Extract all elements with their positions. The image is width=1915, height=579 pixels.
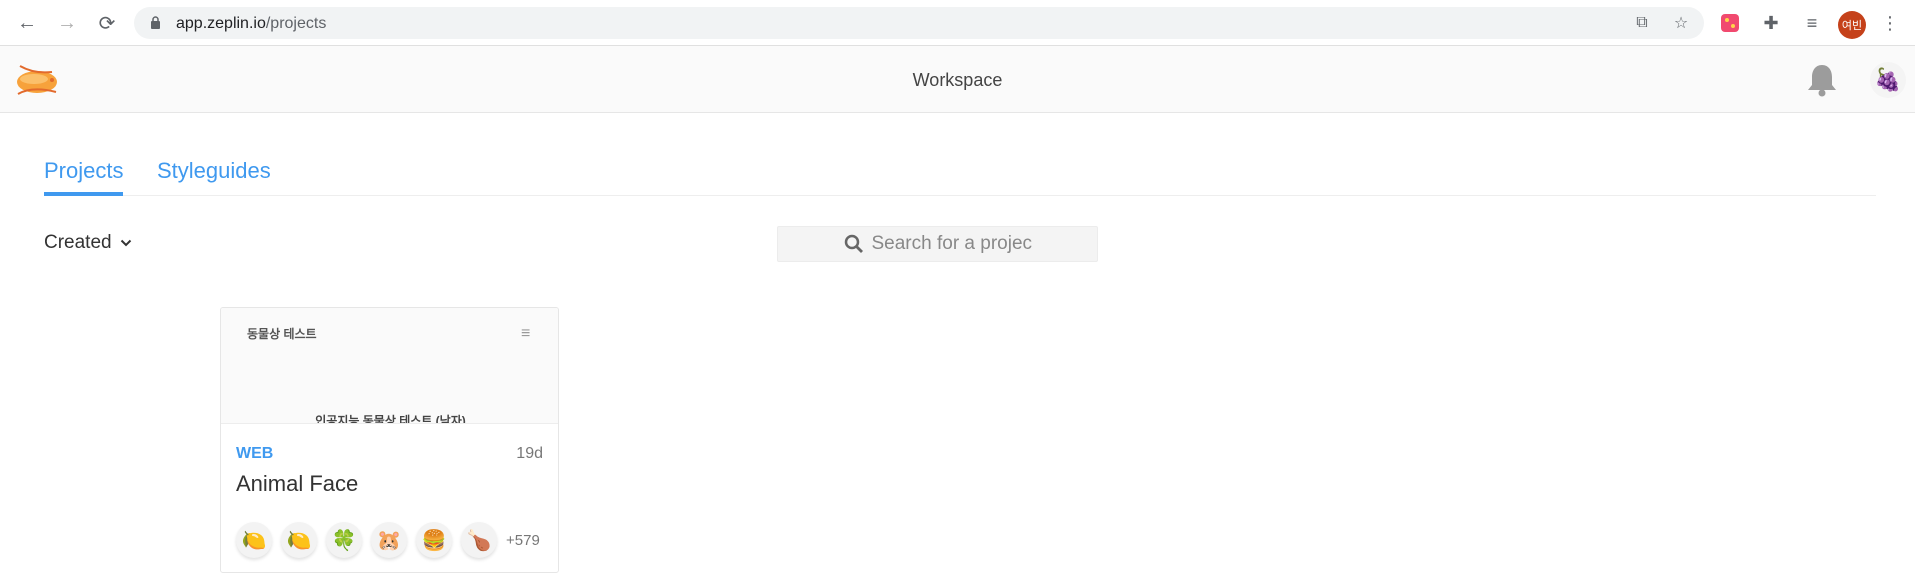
workspace-tabs: Projects Styleguides	[44, 150, 1876, 196]
tab-styleguides[interactable]: Styleguides	[157, 158, 271, 192]
thumbnail-subtitle: 인공지능 동물상 테스트 (남자)	[315, 414, 466, 424]
project-thumbnail[interactable]: 동물상 테스트 ≡ 인공지능 동물상 테스트 (남자)	[221, 308, 558, 424]
project-name: Animal Face	[236, 471, 359, 496]
media-icon[interactable]: ≡	[1800, 11, 1824, 35]
user-avatar[interactable]: 🍇	[1870, 62, 1906, 98]
thumbnail-title: 동물상 테스트	[247, 327, 317, 341]
extension-icon[interactable]	[1718, 11, 1742, 35]
reload-icon[interactable]: ⟳	[94, 10, 120, 36]
puzzle-icon[interactable]: ✚	[1759, 11, 1783, 35]
more-members-count: +579	[506, 531, 540, 549]
address-bar[interactable]: app.zeplin.io/projects ⧉ ☆	[134, 7, 1704, 39]
translate-icon[interactable]: ⧉	[1632, 13, 1652, 33]
project-age: 19d	[516, 445, 543, 462]
lock-icon	[151, 16, 160, 29]
url-text: app.zeplin.io/projects	[176, 15, 327, 32]
sort-dropdown[interactable]: Created	[44, 232, 132, 254]
member-avatar: 🍗	[461, 522, 497, 558]
member-avatar: 🍋	[236, 522, 272, 558]
profile-avatar[interactable]: 여빈	[1838, 11, 1866, 39]
member-avatar: 🐹	[371, 522, 407, 558]
platform-label: WEB	[236, 445, 274, 462]
hamburger-icon: ≡	[521, 325, 531, 342]
star-icon[interactable]: ☆	[1671, 13, 1691, 33]
project-card[interactable]: 동물상 테스트 ≡ 인공지능 동물상 테스트 (남자) WEB 19d Anim…	[220, 307, 559, 573]
forward-icon[interactable]: →	[54, 10, 80, 36]
tab-projects[interactable]: Projects	[44, 158, 124, 196]
chevron-down-icon	[120, 239, 131, 247]
page-title: Workspace	[912, 70, 1003, 90]
menu-icon[interactable]: ⋮	[1878, 11, 1902, 35]
app-header: Workspace 🍇	[0, 46, 1915, 113]
browser-toolbar: ← → ⟳ app.zeplin.io/projects ⧉ ☆ ✚ ≡ 여빈 …	[0, 0, 1915, 46]
project-search[interactable]	[777, 226, 1098, 262]
member-avatar: 🍀	[326, 522, 362, 558]
member-avatar: 🍔	[416, 522, 452, 558]
bell-icon[interactable]	[1805, 62, 1839, 98]
search-input[interactable]	[871, 233, 1032, 255]
sort-label: Created	[44, 232, 112, 253]
member-avatar: 🍋	[281, 522, 317, 558]
member-list: 🍋 🍋 🍀 🐹 🍔 🍗 +579	[236, 522, 540, 558]
search-icon	[844, 234, 863, 253]
back-icon[interactable]: ←	[14, 10, 40, 36]
